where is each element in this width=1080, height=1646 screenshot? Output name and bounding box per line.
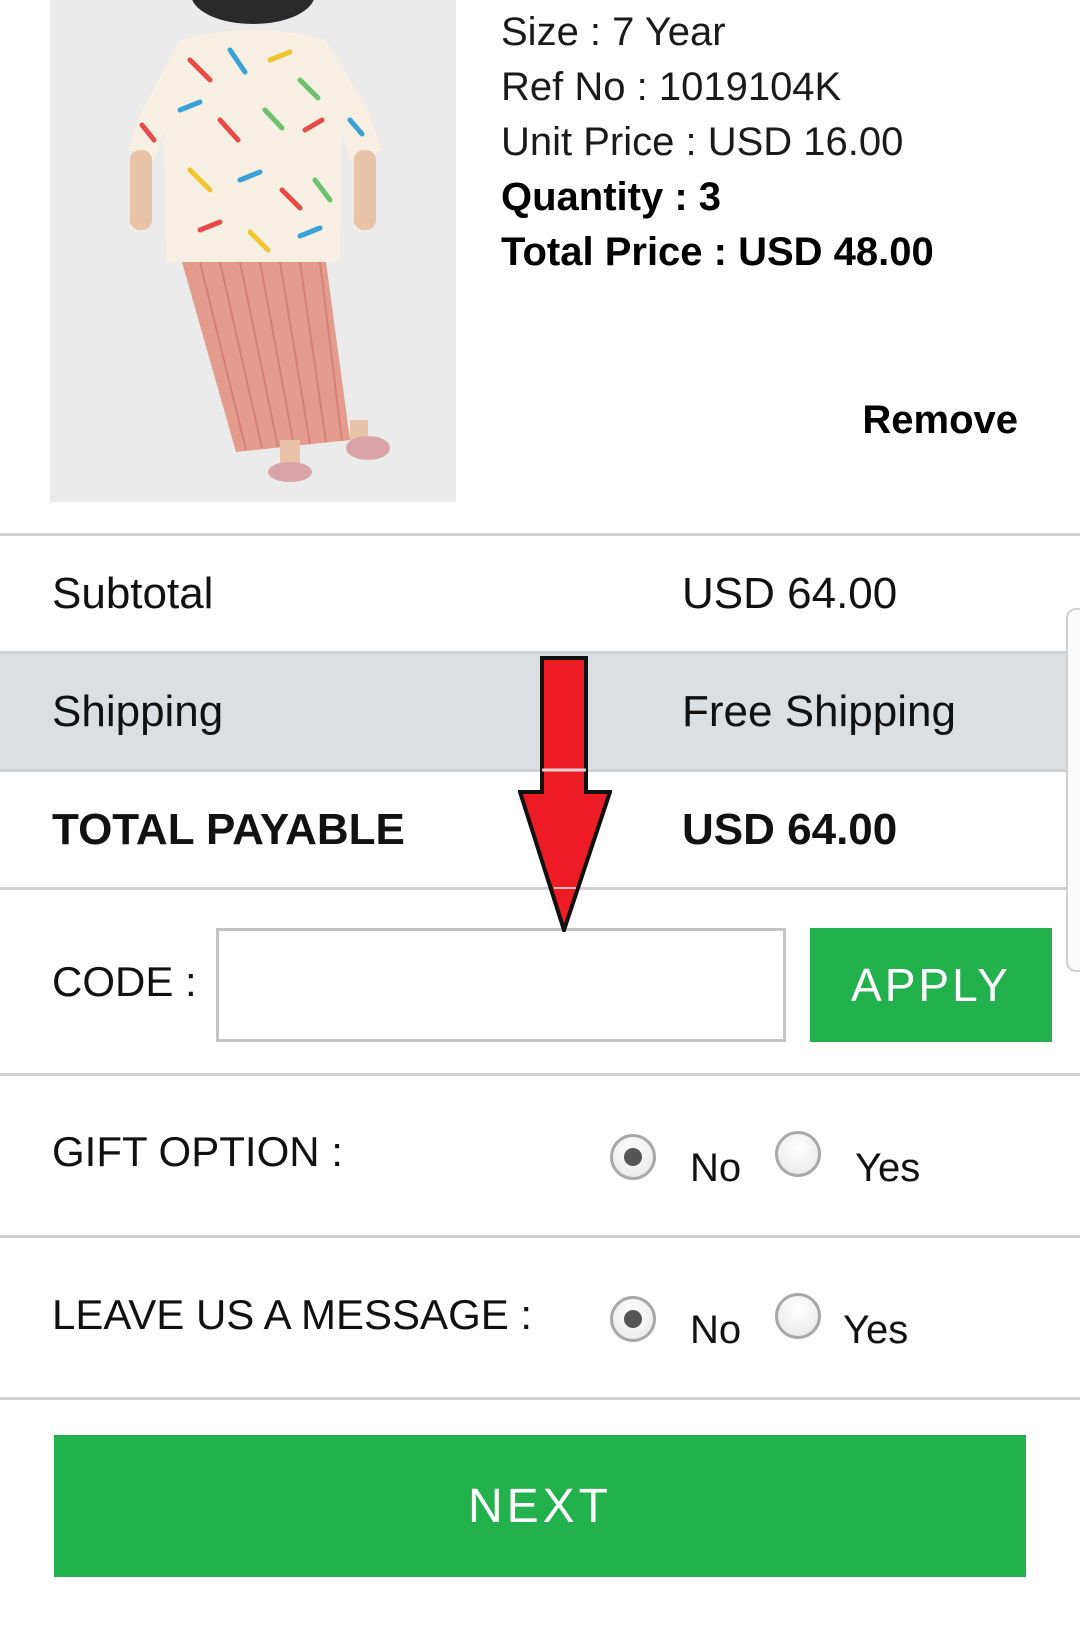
gift-option-label: GIFT OPTION : bbox=[52, 1128, 343, 1175]
item-total-price: Total Price : USD 48.00 bbox=[501, 230, 934, 274]
gift-option-no-radio[interactable] bbox=[610, 1134, 656, 1180]
item-ref-no: Ref No : 1019104K bbox=[501, 65, 842, 109]
total-payable-row: TOTAL PAYABLE USD 64.00 bbox=[0, 772, 1080, 887]
gift-option-yes-label[interactable]: Yes bbox=[855, 1146, 920, 1191]
total-payable-label: TOTAL PAYABLE bbox=[52, 804, 405, 854]
code-label: CODE : bbox=[52, 958, 197, 1005]
message-option-yes-label[interactable]: Yes bbox=[843, 1308, 908, 1353]
item-unit-price: Unit Price : USD 16.00 bbox=[501, 120, 904, 164]
message-option-label: LEAVE US A MESSAGE : bbox=[52, 1291, 533, 1338]
total-payable-value: USD 64.00 bbox=[682, 804, 898, 854]
product-photo-icon bbox=[50, 0, 456, 502]
promo-code-input[interactable] bbox=[216, 928, 786, 1042]
divider bbox=[0, 887, 1080, 890]
subtotal-label: Subtotal bbox=[52, 568, 214, 618]
gift-option-no-label[interactable]: No bbox=[690, 1146, 741, 1191]
message-option-no-radio[interactable] bbox=[610, 1296, 656, 1342]
cart-item: Size : 7 Year Ref No : 1019104K Unit Pri… bbox=[0, 0, 1080, 537]
next-button[interactable]: NEXT bbox=[54, 1435, 1026, 1577]
divider bbox=[0, 1235, 1080, 1238]
subtotal-row: Subtotal USD 64.00 bbox=[0, 536, 1080, 651]
message-option-no-label[interactable]: No bbox=[690, 1308, 741, 1353]
divider bbox=[0, 1073, 1080, 1076]
scrollbar-handle[interactable] bbox=[1066, 608, 1080, 972]
shipping-row: Shipping Free Shipping bbox=[0, 654, 1080, 769]
subtotal-value: USD 64.00 bbox=[682, 568, 898, 618]
shipping-value: Free Shipping bbox=[682, 686, 956, 736]
remove-item-link[interactable]: Remove bbox=[862, 398, 1018, 443]
apply-button[interactable]: APPLY bbox=[810, 928, 1052, 1042]
item-size: Size : 7 Year bbox=[501, 10, 726, 54]
divider bbox=[0, 1397, 1080, 1400]
product-photo bbox=[50, 0, 456, 502]
item-quantity: Quantity : 3 bbox=[501, 175, 722, 219]
shipping-label: Shipping bbox=[52, 686, 224, 736]
gift-option-yes-radio[interactable] bbox=[775, 1131, 821, 1177]
message-option-yes-radio[interactable] bbox=[775, 1293, 821, 1339]
